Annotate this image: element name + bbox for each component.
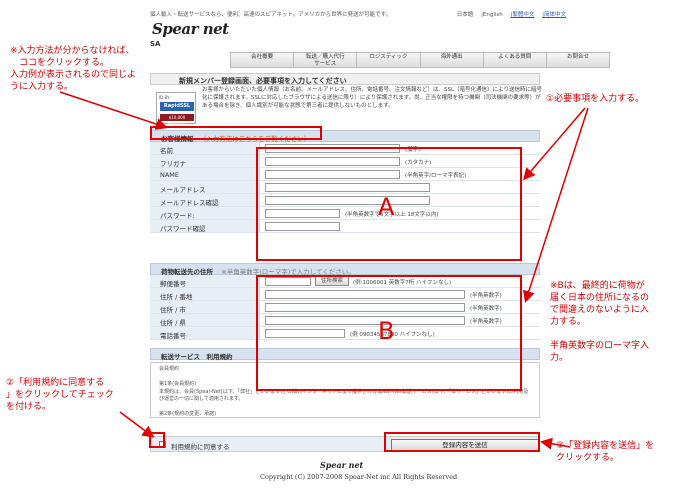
arrow-help [59,91,168,130]
annotation-arrows [59,91,589,450]
arrow-step1-b [523,107,589,303]
arrow-step2 [119,411,155,438]
arrow-step3 [540,437,571,450]
